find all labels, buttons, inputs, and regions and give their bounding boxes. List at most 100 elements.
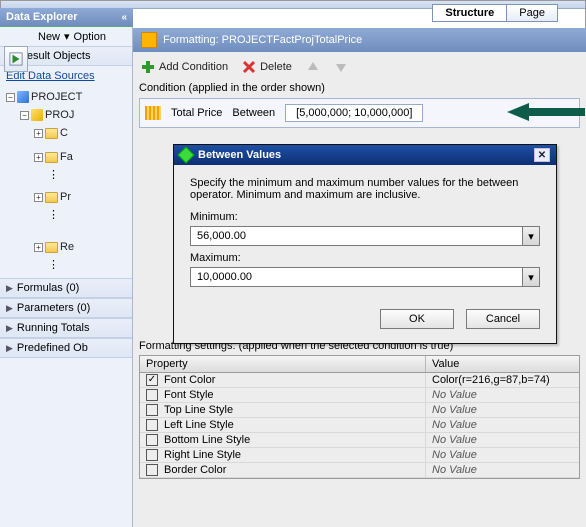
dropdown-icon[interactable]: ▾	[522, 227, 539, 245]
formatting-header: Formatting: PROJECTFactProjTotalPrice	[133, 28, 586, 52]
property-name: Bottom Line Style	[164, 434, 250, 446]
condition-operator: Between	[232, 107, 275, 119]
property-value[interactable]: No Value	[426, 418, 579, 432]
section-label: Predefined Ob	[17, 342, 88, 354]
section-label: Running Totals	[17, 322, 90, 334]
chevron-right-icon: ▶	[6, 343, 13, 354]
menu-divider: ▾	[64, 30, 70, 43]
chevron-right-icon: ▶	[6, 323, 13, 334]
property-value[interactable]: No Value	[426, 403, 579, 417]
section-label: Parameters (0)	[17, 302, 90, 314]
dialog-title: Between Values	[198, 149, 281, 161]
tree-leaf: ⋮	[6, 206, 132, 224]
property-value[interactable]: Color(r=216,g=87,b=74)	[426, 373, 579, 387]
tree-leaf: ⋮	[6, 256, 132, 274]
property-name: Font Color	[164, 374, 215, 386]
maximum-field[interactable]: ▾	[190, 267, 540, 287]
checkbox[interactable]: ✓	[146, 374, 158, 386]
condition-row[interactable]: Total Price Between [5,000,000; 10,000,0…	[139, 98, 580, 128]
move-down-button[interactable]	[334, 60, 348, 74]
delete-button[interactable]: Delete	[242, 60, 292, 74]
minimum-label: Minimum:	[190, 211, 540, 223]
minimum-field[interactable]: ▾	[190, 226, 540, 246]
checkbox[interactable]	[146, 449, 158, 461]
property-value[interactable]: No Value	[426, 433, 579, 447]
table-row[interactable]: Bottom Line Style No Value	[140, 433, 579, 448]
maximum-label: Maximum:	[190, 252, 540, 264]
property-name: Left Line Style	[164, 419, 234, 431]
annotation-arrow-icon	[507, 101, 585, 126]
condition-heading: Condition (applied in the order shown)	[139, 82, 580, 94]
table-row[interactable]: ✓ Font Color Color(r=216,g=87,b=74)	[140, 373, 579, 388]
diamond-icon	[178, 147, 195, 164]
property-name: Right Line Style	[164, 449, 241, 461]
tree-folder[interactable]: +Re	[6, 238, 132, 256]
table-row[interactable]: Border Color No Value	[140, 463, 579, 478]
folder-icon	[45, 128, 58, 139]
tree-leaf: ⋮	[6, 166, 132, 184]
panel-title: Data Explorer	[6, 11, 78, 23]
folder-icon	[45, 192, 58, 203]
table-row[interactable]: Left Line Style No Value	[140, 418, 579, 433]
data-tree: −PROJECT −PROJ +C +Fa ⋮ +Pr ⋮ +Re ⋮	[0, 86, 132, 278]
formatting-icon	[141, 32, 157, 48]
running-totals-section[interactable]: ▶ Running Totals	[0, 318, 132, 338]
menu-options[interactable]: Option	[74, 31, 106, 43]
tree-folder[interactable]: +Pr	[6, 188, 132, 206]
delete-label: Delete	[260, 61, 292, 73]
checkbox[interactable]	[146, 404, 158, 416]
property-value[interactable]: No Value	[426, 463, 579, 477]
minimum-input[interactable]	[191, 227, 522, 245]
close-button[interactable]: ✕	[534, 148, 550, 162]
folder-icon	[45, 242, 58, 253]
checkbox[interactable]	[146, 419, 158, 431]
menu-new[interactable]: New	[38, 31, 60, 43]
add-label: Add Condition	[159, 61, 228, 73]
formulas-section[interactable]: ▶ Formulas (0)	[0, 278, 132, 298]
dialog-description: Specify the minimum and maximum number v…	[190, 177, 540, 201]
checkbox[interactable]	[146, 389, 158, 401]
property-name: Top Line Style	[164, 404, 233, 416]
cube-icon	[31, 109, 43, 121]
property-value[interactable]: No Value	[426, 388, 579, 402]
cube-icon	[17, 91, 29, 103]
tree-folder[interactable]: +Fa	[6, 148, 132, 166]
result-objects-label: Result Objects	[19, 50, 91, 62]
plus-icon	[141, 60, 155, 74]
dropdown-icon[interactable]: ▾	[522, 268, 539, 286]
tree-child[interactable]: −PROJ	[6, 106, 132, 124]
parameters-section[interactable]: ▶ Parameters (0)	[0, 298, 132, 318]
maximum-input[interactable]	[191, 268, 522, 286]
between-values-dialog: Between Values ✕ Specify the minimum and…	[173, 144, 557, 344]
chevron-right-icon: ▶	[6, 283, 13, 294]
col-property[interactable]: Property	[140, 356, 426, 372]
folder-icon	[45, 152, 58, 163]
add-condition-button[interactable]: Add Condition	[141, 60, 228, 74]
arrow-play-icon	[9, 52, 23, 66]
section-label: Formulas (0)	[17, 282, 79, 294]
checkbox[interactable]	[146, 434, 158, 446]
property-value[interactable]: No Value	[426, 448, 579, 462]
table-row[interactable]: Right Line Style No Value	[140, 448, 579, 463]
checkbox[interactable]	[146, 464, 158, 476]
data-explorer-header: Data Explorer «	[0, 8, 133, 27]
chevron-right-icon: ▶	[6, 303, 13, 314]
condition-icon	[145, 106, 161, 120]
predefined-section[interactable]: ▶ Predefined Ob	[0, 338, 132, 358]
move-up-button[interactable]	[306, 60, 320, 74]
table-row[interactable]: Font StyleNo Value	[140, 388, 579, 403]
formatting-title: Formatting: PROJECTFactProjTotalPrice	[163, 34, 362, 46]
condition-value[interactable]: [5,000,000; 10,000,000]	[285, 104, 423, 122]
property-name: Border Color	[164, 464, 226, 476]
formatting-table: Property Value ✓ Font Color Color(r=216,g=…	[139, 355, 580, 479]
cancel-button[interactable]: Cancel	[466, 309, 540, 329]
table-row[interactable]: Top Line Style No Value	[140, 403, 579, 418]
tree-folder[interactable]: +C	[6, 124, 132, 142]
condition-field: Total Price	[171, 107, 222, 119]
tree-root[interactable]: −PROJECT	[6, 88, 132, 106]
delete-icon	[242, 60, 256, 74]
ok-button[interactable]: OK	[380, 309, 454, 329]
side-tool-button[interactable]	[4, 46, 28, 72]
collapse-icon[interactable]: «	[121, 12, 127, 23]
col-value[interactable]: Value	[426, 356, 579, 372]
